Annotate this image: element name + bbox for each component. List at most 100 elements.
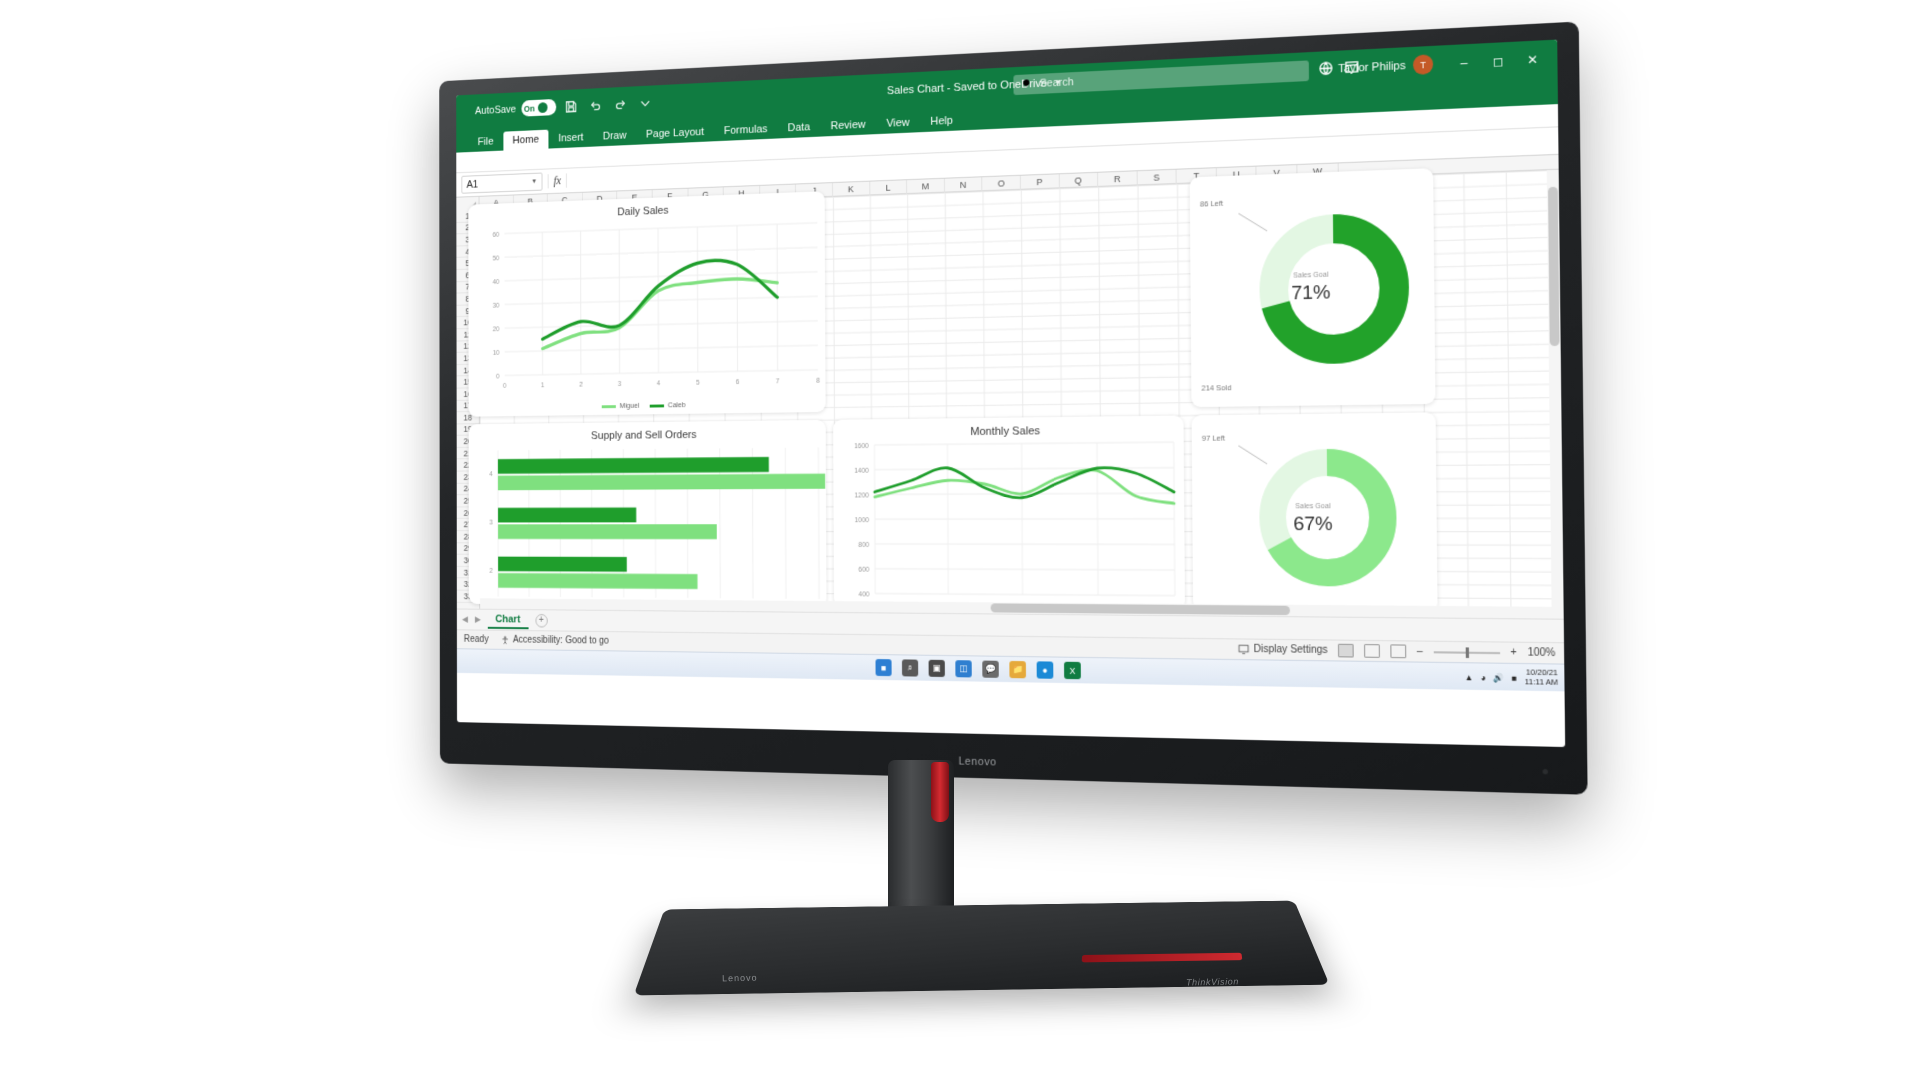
sheet-tab-chart[interactable]: Chart xyxy=(487,611,529,629)
lenovo-logo: Lenovo xyxy=(721,972,758,984)
normal-view-button[interactable] xyxy=(1337,643,1354,658)
monitor-brand-label: Lenovo xyxy=(958,755,997,769)
donut-callout-bottom: 214 Sold xyxy=(1201,382,1232,393)
donut-67-plot xyxy=(1192,412,1438,612)
toggle-knob xyxy=(538,102,548,114)
donut-callout-top: 97 Left xyxy=(1201,433,1226,443)
minimize-button[interactable]: – xyxy=(1448,47,1480,78)
save-icon[interactable] xyxy=(561,95,580,117)
accessibility-label: Accessibility: Good to go xyxy=(512,634,609,647)
display-settings-button[interactable]: Display Settings xyxy=(1238,643,1328,657)
ribbon-tab-page-layout[interactable]: Page Layout xyxy=(636,122,714,145)
svg-text:40: 40 xyxy=(493,279,500,286)
search-icon xyxy=(1021,77,1033,93)
show-hidden-icons[interactable]: ▲ xyxy=(1465,672,1474,682)
chart-supply-sell-orders[interactable]: Supply and Sell Orders 234 xyxy=(468,419,827,607)
page-layout-view-button[interactable] xyxy=(1364,644,1380,658)
page-break-view-button[interactable] xyxy=(1390,644,1407,659)
svg-text:7: 7 xyxy=(776,378,780,385)
donut-center-caption: Sales Goal xyxy=(1295,503,1331,511)
window-controls: – ◻ ✕ xyxy=(1448,40,1549,82)
maximize-button[interactable]: ◻ xyxy=(1482,45,1514,76)
chart-daily-sales[interactable]: Daily Sales 0 10 20 30 40 50 60 0 1 2 3 4 5 6 7 8 Migue… xyxy=(468,191,826,417)
ribbon-tab-review[interactable]: Review xyxy=(820,114,876,136)
wifi-icon[interactable]: ◕ xyxy=(1481,672,1486,682)
zoom-slider-knob[interactable] xyxy=(1465,646,1469,658)
zoom-level[interactable]: 100% xyxy=(1528,647,1556,659)
add-sheet-button[interactable]: + xyxy=(535,613,548,628)
ribbon-tab-formulas[interactable]: Formulas xyxy=(714,119,778,141)
task-view-icon[interactable]: ▣ xyxy=(928,659,945,678)
legend-label: Caleb xyxy=(667,400,686,410)
widgets-icon[interactable]: ◫ xyxy=(955,660,972,678)
ribbon-tab-file[interactable]: File xyxy=(468,132,503,152)
redo-icon[interactable] xyxy=(610,93,630,115)
edge-icon[interactable]: ● xyxy=(1036,661,1054,679)
prev-sheet-icon[interactable]: ◀ xyxy=(462,614,468,624)
autosave-toggle[interactable]: On xyxy=(521,98,556,117)
autosave-label: AutoSave xyxy=(475,103,517,117)
ribbon-tab-data[interactable]: Data xyxy=(778,117,821,138)
scrollbar-thumb[interactable] xyxy=(990,603,1291,616)
power-led xyxy=(1542,768,1549,775)
svg-text:1400: 1400 xyxy=(854,467,869,474)
start-icon[interactable]: ■ xyxy=(875,659,892,677)
monitor-screen: AutoSave On Sales Chart - Saved to OneDr… xyxy=(456,39,1566,748)
insert-function-icon[interactable]: fx xyxy=(547,173,567,189)
legend-label: Miguel xyxy=(619,400,640,410)
battery-icon[interactable]: ■ xyxy=(1512,673,1517,683)
search-icon[interactable]: ⌕ xyxy=(901,659,919,677)
sheet-nav-arrows[interactable]: ◀ ▶ xyxy=(462,614,481,625)
status-bar-right: Display Settings – + 100% xyxy=(1238,643,1555,661)
worksheet-grid: ABCDEFGHIJKLMNOPQRSTUVW 1234567891011121… xyxy=(456,154,1564,619)
svg-text:1000: 1000 xyxy=(855,517,870,524)
ribbon-tab-view[interactable]: View xyxy=(876,112,920,134)
svg-text:0: 0 xyxy=(503,383,507,390)
customize-quick-access-icon[interactable] xyxy=(635,92,655,114)
status-accessibility[interactable]: Accessibility: Good to go xyxy=(501,635,609,647)
zoom-in-button[interactable]: + xyxy=(1510,647,1516,659)
chart-sales-goal-67[interactable]: 97 Left Sales Goal 67% xyxy=(1191,412,1438,613)
volume-icon[interactable]: 🔊 xyxy=(1493,673,1504,683)
svg-text:60: 60 xyxy=(493,232,500,239)
chat-icon[interactable]: 💬 xyxy=(982,660,999,678)
next-sheet-icon[interactable]: ▶ xyxy=(475,614,481,624)
ribbon-tab-insert[interactable]: Insert xyxy=(549,128,593,149)
ribbon-tab-home[interactable]: Home xyxy=(502,129,549,151)
excel-icon[interactable]: X xyxy=(1064,661,1081,680)
avatar[interactable]: T xyxy=(1412,54,1434,75)
svg-text:6: 6 xyxy=(736,379,740,386)
supply-sell-plot: 2 3 4 xyxy=(489,420,826,607)
svg-text:1600: 1600 xyxy=(854,443,869,450)
chart-sales-goal-71[interactable]: 86 Left 214 Sold Sales Goal 71% xyxy=(1189,168,1436,408)
chevron-down-icon[interactable]: ▼ xyxy=(531,178,537,185)
clock[interactable]: 10/20/21 11:11 AM xyxy=(1525,668,1558,688)
autosave-control[interactable]: AutoSave On xyxy=(475,98,556,119)
svg-text:400: 400 xyxy=(859,591,870,598)
svg-text:20: 20 xyxy=(493,326,500,333)
monitor-scene: AutoSave On Sales Chart - Saved to OneDr… xyxy=(0,0,1920,1075)
close-button[interactable]: ✕ xyxy=(1516,44,1549,75)
svg-text:2: 2 xyxy=(579,381,583,388)
svg-text:3: 3 xyxy=(618,381,622,388)
zoom-out-button[interactable]: – xyxy=(1417,646,1423,658)
ribbon-display-options-icon[interactable] xyxy=(1344,59,1360,78)
display-settings-label: Display Settings xyxy=(1253,643,1328,657)
search-input[interactable] xyxy=(1039,64,1301,90)
monitor-stand-accent xyxy=(931,762,949,822)
undo-icon[interactable] xyxy=(586,94,605,116)
excel-window: AutoSave On Sales Chart - Saved to OneDr… xyxy=(456,39,1566,748)
legend-item-miguel: Miguel xyxy=(601,400,640,410)
ribbon-tab-draw[interactable]: Draw xyxy=(593,126,636,147)
name-box[interactable]: A1 ▼ xyxy=(461,172,543,194)
ribbon-tab-help[interactable]: Help xyxy=(920,110,964,132)
system-tray: ▲ ◕ 🔊 ■ 10/20/21 11:11 AM xyxy=(1465,663,1558,692)
globe-icon[interactable] xyxy=(1318,60,1334,79)
chart-monthly-sales[interactable]: Monthly Sales 400 600 800 1000 1200 1400 1600 xyxy=(833,415,1186,611)
status-ready: Ready xyxy=(463,634,489,645)
scrollbar-thumb[interactable] xyxy=(1548,186,1560,347)
svg-text:4: 4 xyxy=(657,380,661,387)
svg-text:2: 2 xyxy=(490,568,494,575)
file-explorer-icon[interactable]: 📁 xyxy=(1009,660,1027,679)
zoom-slider[interactable] xyxy=(1433,646,1500,658)
